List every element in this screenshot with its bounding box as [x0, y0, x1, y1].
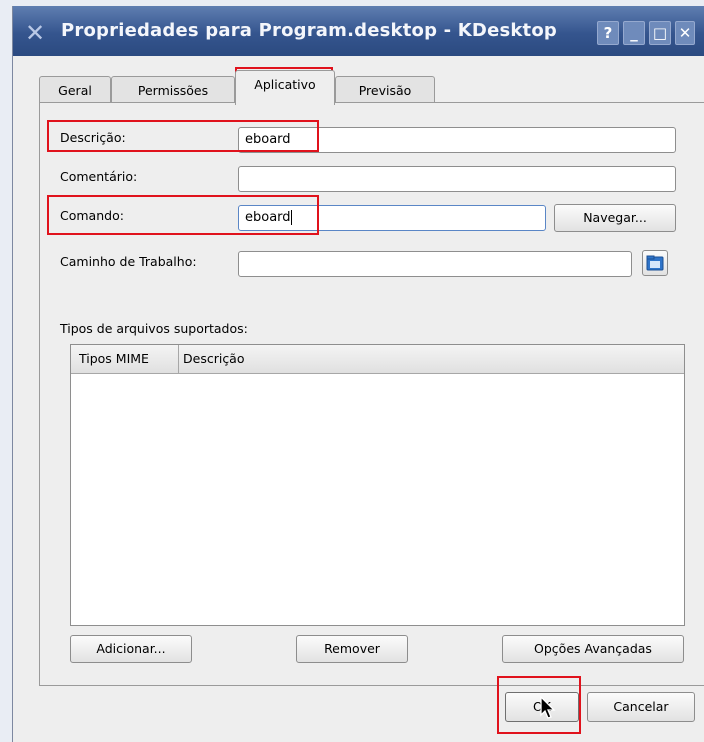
tab-previsao-label: Previsão [358, 83, 412, 98]
comando-field[interactable]: eboard [238, 205, 546, 231]
minimize-button[interactable]: _ [623, 21, 645, 45]
cancelar-button[interactable]: Cancelar [587, 692, 695, 722]
x-logo-icon: ✕ [25, 19, 46, 47]
tab-previsao[interactable]: Previsão [335, 76, 435, 104]
close-button[interactable]: ✕ [675, 21, 695, 45]
column-header-descricao[interactable]: Descrição [183, 345, 683, 373]
opcoes-avancadas-button[interactable]: Opções Avançadas [502, 635, 684, 663]
maximize-button[interactable]: □ [649, 21, 671, 45]
adicionar-button[interactable]: Adicionar... [70, 635, 192, 663]
tab-permissoes[interactable]: Permissões [111, 76, 235, 104]
text-cursor [290, 210, 292, 225]
comentario-label: Comentário: [60, 169, 138, 184]
tab-aplicativo[interactable]: Aplicativo [235, 70, 335, 105]
comando-value: eboard [245, 210, 291, 225]
descricao-label: Descrição: [60, 130, 126, 145]
tab-aplicativo-label: Aplicativo [254, 77, 316, 92]
window-title: Propriedades para Program.desktop - KDes… [61, 20, 558, 41]
caminho-field[interactable] [238, 251, 632, 277]
tab-geral[interactable]: Geral [39, 76, 111, 104]
properties-dialog: ✕ Propriedades para Program.desktop - KD… [12, 6, 704, 742]
title-bar[interactable]: ✕ Propriedades para Program.desktop - KD… [13, 6, 704, 56]
help-button[interactable]: ? [597, 21, 619, 45]
tab-permissoes-label: Permissões [137, 83, 209, 98]
folder-icon [646, 255, 664, 271]
tab-geral-label: Geral [58, 83, 92, 98]
caminho-label: Caminho de Trabalho: [60, 254, 197, 269]
mouse-cursor-icon [540, 696, 556, 719]
mime-list-header: Tipos MIME Descrição [71, 345, 684, 374]
column-header-mime[interactable]: Tipos MIME [71, 345, 179, 373]
navegar-button[interactable]: Navegar... [554, 204, 676, 232]
comentario-field[interactable] [238, 166, 676, 192]
browse-folder-button[interactable] [642, 250, 668, 276]
mime-section-label: Tipos de arquivos suportados: [60, 321, 248, 336]
descricao-field[interactable]: eboard [238, 127, 676, 153]
mime-types-list[interactable]: Tipos MIME Descrição [70, 344, 685, 626]
remover-button[interactable]: Remover [296, 635, 408, 663]
aplicativo-panel: Descrição: eboard Comentário: Comando: e… [39, 102, 704, 686]
comando-label: Comando: [60, 208, 124, 223]
